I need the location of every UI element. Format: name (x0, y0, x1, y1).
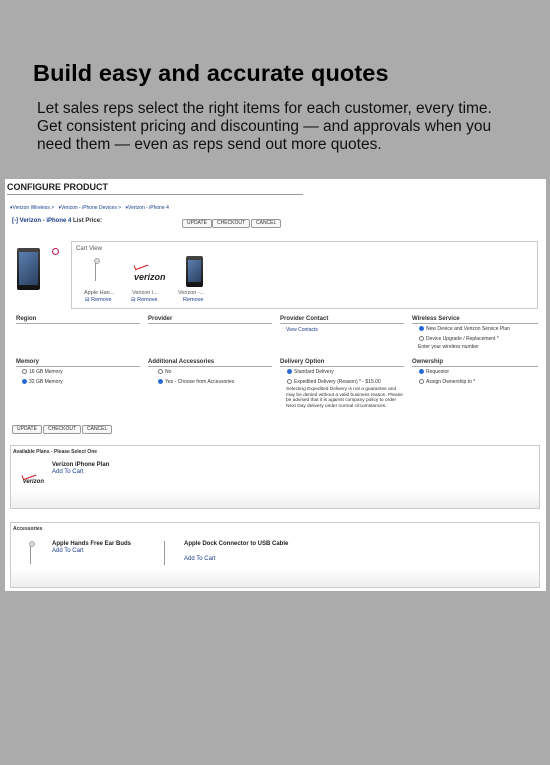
product-line: [-] Verizon - iPhone 4 List Price: (12, 218, 102, 224)
update-button-bottom[interactable]: UPDATE (12, 425, 42, 434)
breadcrumb-item-iphone-devices[interactable]: ▾Verizon - iPhone Devices > (58, 205, 121, 211)
provider-label: Provider (148, 316, 272, 324)
memory-option-32gb[interactable]: 32 GB Memory (22, 379, 63, 385)
wireless-service-label: Wireless Service (412, 316, 538, 324)
cart-item-name: Verizon i... (132, 290, 158, 296)
ownership-option-requestor[interactable]: Requestor (419, 369, 449, 375)
accessory-name: Apple Hands Free Ear Buds (52, 541, 132, 547)
marketing-subtext: Let sales reps select the right items fo… (37, 100, 492, 153)
verizon-logo-icon: verizon (134, 272, 166, 282)
verizon-logo-icon: verizon (23, 479, 45, 485)
radio-icon[interactable] (419, 379, 424, 385)
memory-option-16gb[interactable]: 16 GB Memory (22, 369, 63, 375)
iphone-thumbnail-icon (186, 256, 203, 287)
product-name: Verizon - iPhone 4 (19, 218, 72, 224)
radio-icon[interactable] (158, 369, 163, 375)
radio-icon[interactable] (419, 336, 424, 342)
cart-item-remove-link[interactable]: Remove (183, 297, 203, 303)
delivery-option-standard[interactable]: Standard Delivery (287, 369, 334, 375)
accessories-box: Accessories Apple Hands Free Ear Buds Ad… (10, 522, 540, 588)
cart-item-name: Verizon -... (178, 290, 205, 296)
ownership-option-assign[interactable]: Assign Ownership to * (419, 379, 475, 385)
update-button[interactable]: UPDATE (182, 219, 212, 228)
accessories-option-yes[interactable]: Yes - Choose from Accessories (158, 379, 234, 385)
delivery-option-label: Delivery Option (280, 359, 404, 367)
list-price-label: List Price: (73, 218, 103, 224)
earbuds-icon (25, 541, 37, 565)
ownership-label: Ownership (412, 359, 538, 367)
add-to-cart-link[interactable]: Add To Cart (52, 548, 84, 554)
cart-item-remove-link[interactable]: ⊟ Remove (131, 297, 158, 303)
cart-item-name: Apple Han... (84, 290, 115, 296)
add-to-cart-link[interactable]: Add To Cart (184, 556, 216, 562)
wireless-number-hint: Enter your wireless number (418, 344, 479, 350)
radio-icon[interactable] (22, 369, 27, 375)
wireless-option-upgrade[interactable]: Device Upgrade / Replacement * (419, 336, 499, 342)
checkout-button-bottom[interactable]: CHECKOUT (43, 425, 82, 434)
provider-contact-label: Provider Contact (280, 316, 404, 324)
configure-product-panel: CONFIGURE PRODUCT ▾Verizon Wireless > ▾V… (5, 179, 546, 591)
collapse-toggle[interactable]: [-] (12, 218, 18, 224)
checkout-button[interactable]: CHECKOUT (212, 219, 251, 228)
page-title: CONFIGURE PRODUCT (7, 182, 303, 195)
verizon-check-icon (133, 260, 149, 271)
radio-selected-icon[interactable] (158, 379, 163, 385)
wireless-option-new[interactable]: New Device and Verizon Service Plan (419, 326, 510, 332)
additional-accessories-label: Additional Accessories (148, 359, 272, 367)
delivery-note: Selecting Expedited Delivery is not a gu… (286, 387, 403, 409)
region-label: Region (16, 316, 140, 324)
product-image-iphone (17, 248, 40, 290)
cart-view-label: Cart View (76, 246, 102, 252)
breadcrumb: ▾Verizon Wireless > ▾Verizon - iPhone De… (10, 205, 172, 211)
cancel-button[interactable]: CANCEL (251, 219, 282, 228)
accessory-name: Apple Dock Connector to USB Cable (184, 541, 289, 547)
marketing-headline: Build easy and accurate quotes (33, 60, 389, 86)
zoom-icon[interactable] (52, 248, 59, 255)
cart-view: Cart View verizon Apple Han... ⊟ Remove … (71, 241, 538, 309)
breadcrumb-item-wireless[interactable]: ▾Verizon Wireless > (10, 205, 54, 211)
delivery-option-expedited[interactable]: Expedited Delivery (Reason) * - $15.00 (287, 379, 381, 385)
radio-selected-icon[interactable] (419, 326, 424, 332)
cancel-button-bottom[interactable]: CANCEL (82, 425, 113, 434)
memory-label: Memory (16, 359, 140, 367)
add-to-cart-link[interactable]: Add To Cart (52, 469, 84, 475)
plan-name: Verizon iPhone Plan (52, 462, 110, 468)
usb-cable-icon (164, 541, 165, 565)
accessories-option-no[interactable]: No (158, 369, 171, 375)
available-plans-title: Available Plans - Please Select One (13, 449, 98, 455)
cart-item-remove-link[interactable]: ⊟ Remove (85, 297, 112, 303)
view-contacts-link[interactable]: View Contacts (286, 327, 318, 333)
radio-selected-icon[interactable] (287, 369, 292, 375)
radio-selected-icon[interactable] (22, 379, 27, 385)
breadcrumb-item-iphone4[interactable]: ▾Verizon - iPhone 4 (126, 205, 169, 211)
earbuds-thumbnail-icon (90, 258, 102, 282)
available-plans-box: Available Plans - Please Select One veri… (10, 445, 540, 509)
radio-selected-icon[interactable] (419, 369, 424, 375)
radio-icon[interactable] (287, 379, 292, 385)
accessories-title: Accessories (13, 526, 43, 532)
